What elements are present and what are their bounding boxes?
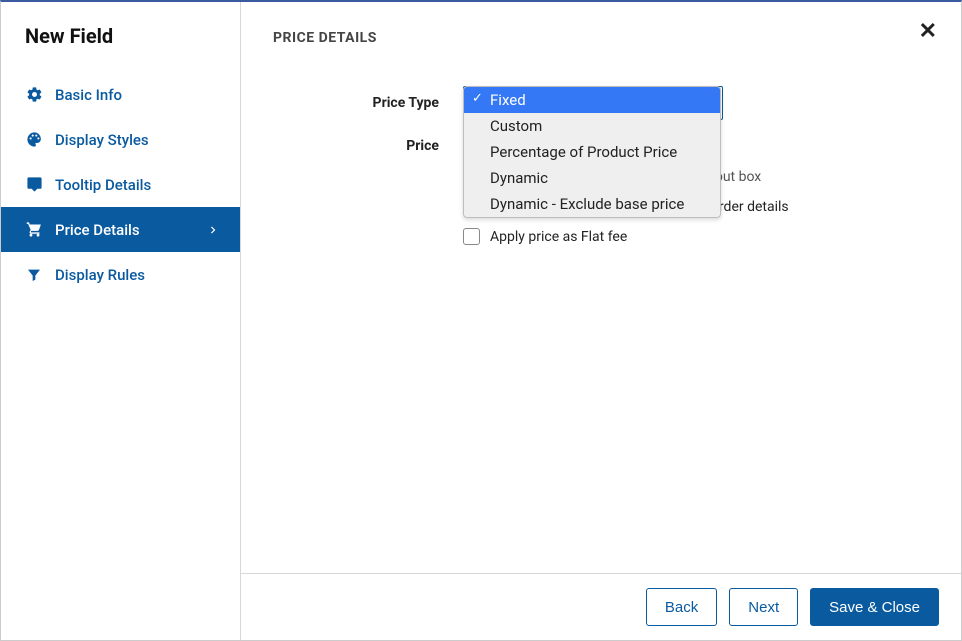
sidebar: New Field Basic Info Display Styles Tool… xyxy=(1,2,241,640)
price-type-label: Price Type xyxy=(273,95,463,111)
sidebar-item-label: Display Styles xyxy=(55,131,149,149)
section-title: PRICE DETAILS xyxy=(273,30,377,46)
sidebar-item-label: Basic Info xyxy=(55,86,122,104)
sidebar-item-display-rules[interactable]: Display Rules xyxy=(1,252,240,297)
dropdown-option-dynamic-exclude[interactable]: Dynamic - Exclude base price xyxy=(464,191,720,217)
sidebar-item-label: Display Rules xyxy=(55,266,145,284)
sidebar-item-basic-info[interactable]: Basic Info xyxy=(1,72,240,117)
main-footer: Back Next Save & Close xyxy=(241,573,961,640)
main-header: PRICE DETAILS ✕ xyxy=(241,2,961,66)
page-title: New Field xyxy=(25,24,216,48)
gear-icon xyxy=(25,86,43,104)
filter-icon xyxy=(25,266,43,284)
sidebar-item-tooltip-details[interactable]: Tooltip Details xyxy=(1,162,240,207)
dropdown-option-dynamic[interactable]: Dynamic xyxy=(464,165,720,191)
modal: New Field Basic Info Display Styles Tool… xyxy=(0,0,962,641)
flat-fee-text: Apply price as Flat fee xyxy=(490,229,627,245)
sidebar-item-display-styles[interactable]: Display Styles xyxy=(1,117,240,162)
sidebar-item-label: Tooltip Details xyxy=(55,176,151,194)
main-panel: PRICE DETAILS ✕ Price Type Fixed Custom … xyxy=(241,2,961,640)
price-type-select[interactable]: Fixed Custom Percentage of Product Price… xyxy=(463,86,723,120)
next-button[interactable]: Next xyxy=(729,588,798,626)
sidebar-item-price-details[interactable]: Price Details xyxy=(1,207,240,252)
tooltip-icon xyxy=(25,176,43,194)
checkbox-row-flat-fee: Apply price as Flat fee xyxy=(463,228,929,245)
cart-icon xyxy=(25,221,43,239)
price-label: Price xyxy=(273,138,463,154)
dropdown-option-custom[interactable]: Custom xyxy=(464,113,720,139)
main-body: Price Type Fixed Custom Percentage of Pr… xyxy=(241,66,961,573)
price-type-dropdown: Fixed Custom Percentage of Product Price… xyxy=(463,86,721,218)
sidebar-item-label: Price Details xyxy=(55,221,140,239)
close-icon[interactable]: ✕ xyxy=(919,26,937,37)
sidebar-header: New Field xyxy=(1,2,240,66)
form-row-price-type: Price Type Fixed Custom Percentage of Pr… xyxy=(273,86,929,120)
sidebar-nav: Basic Info Display Styles Tooltip Detail… xyxy=(1,66,240,297)
dropdown-option-fixed[interactable]: Fixed xyxy=(464,87,720,113)
dropdown-option-percentage[interactable]: Percentage of Product Price xyxy=(464,139,720,165)
chevron-right-icon xyxy=(206,223,220,237)
flat-fee-checkbox[interactable] xyxy=(463,228,480,245)
save-close-button[interactable]: Save & Close xyxy=(810,588,939,626)
back-button[interactable]: Back xyxy=(646,588,717,626)
palette-icon xyxy=(25,131,43,149)
